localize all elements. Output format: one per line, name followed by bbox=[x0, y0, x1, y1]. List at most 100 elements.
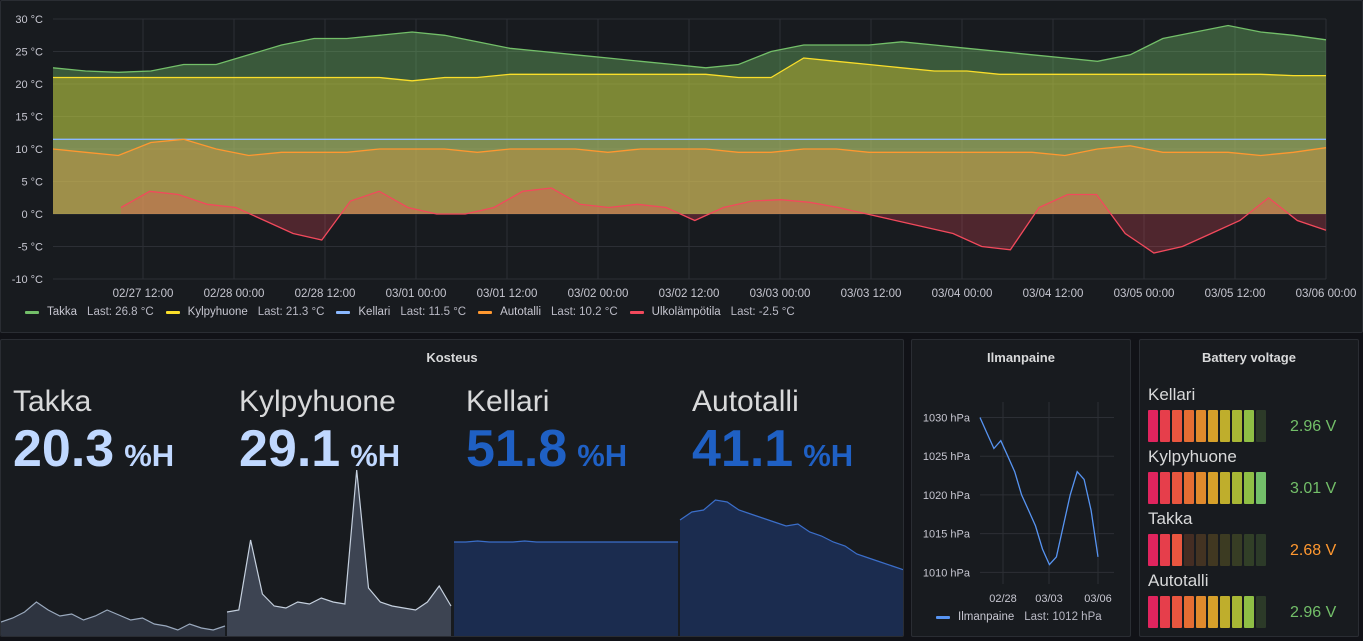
gauge-segment bbox=[1244, 534, 1254, 566]
gauge-segment bbox=[1232, 596, 1242, 628]
gauge-segment bbox=[1184, 410, 1194, 442]
temperature-chart: 30 °C 25 °C 20 °C 15 °C 10 °C 5 °C 0 °C -5 °C -1… bbox=[12, 14, 1357, 300]
legend-series-name: Ilmanpaine bbox=[958, 611, 1015, 623]
series-line[interactable] bbox=[979, 417, 1099, 566]
stat-name: Kellari bbox=[466, 385, 550, 418]
stat-value: 51.8 bbox=[466, 420, 568, 478]
gauge-value: 2.68 V bbox=[1290, 542, 1337, 559]
humidity-stat[interactable]: Kellari 51.8 %H bbox=[466, 387, 627, 482]
stat-unit: %H bbox=[577, 438, 628, 473]
legend-last-value: Last: 10.2 °C bbox=[551, 306, 618, 318]
gauge-segment bbox=[1196, 534, 1206, 566]
legend-item[interactable]: Autotalli Last: 10.2 °C bbox=[478, 306, 618, 318]
gauge-value: 2.96 V bbox=[1290, 604, 1337, 621]
gauge-name: Autotalli bbox=[1148, 571, 1209, 590]
x-tick-label: 03/06 bbox=[1084, 593, 1112, 605]
legend-series-name: Ulkolämpötila bbox=[651, 306, 721, 318]
y-tick-label: 1030 hPa bbox=[923, 412, 971, 424]
gauge-bar bbox=[1148, 410, 1266, 442]
legend-item[interactable]: Ulkolämpötila Last: -2.5 °C bbox=[629, 306, 795, 318]
y-tick-label: 10 °C bbox=[15, 144, 43, 156]
stat-unit: %H bbox=[350, 438, 401, 473]
legend-swatch bbox=[478, 310, 493, 314]
pressure-panel: Ilmanpaine 1030 hPa 1025 hPa 1020 hPa 1015 … bbox=[911, 339, 1131, 637]
legend-item[interactable]: Takka Last: 26.8 °C bbox=[25, 306, 154, 318]
legend-swatch bbox=[629, 310, 644, 314]
gauge-segment bbox=[1196, 472, 1206, 504]
legend-last-value: Last: 11.5 °C bbox=[400, 306, 467, 318]
legend-last-value: Last: -2.5 °C bbox=[730, 306, 795, 318]
y-tick-label: 5 °C bbox=[21, 177, 43, 189]
stat-value-line: 41.1 %H bbox=[692, 423, 853, 482]
y-tick-label: 25 °C bbox=[15, 47, 43, 59]
battery-gauge[interactable]: Autotalli 2.96 V bbox=[1148, 571, 1358, 628]
gauge-segment bbox=[1148, 472, 1158, 504]
x-tick-label: 02/28 12:00 bbox=[295, 288, 356, 300]
gauge-segment bbox=[1220, 534, 1230, 566]
battery-panel: Battery voltage Kellari 2.96 V Kylpyhuone 3… bbox=[1139, 339, 1359, 637]
gauge-segment bbox=[1244, 472, 1254, 504]
gauge-segment bbox=[1220, 472, 1230, 504]
gauge-segment bbox=[1244, 410, 1254, 442]
gauge-segment bbox=[1148, 410, 1158, 442]
temperature-panel: 30 °C 25 °C 20 °C 15 °C 10 °C 5 °C 0 °C -5 °C -1… bbox=[0, 0, 1363, 333]
gauge-segment bbox=[1256, 596, 1266, 628]
humidity-stat[interactable]: Kylpyhuone 29.1 %H bbox=[239, 387, 400, 482]
gauge-segment bbox=[1220, 410, 1230, 442]
sparkline-area bbox=[680, 500, 903, 636]
y-tick-label: 1025 hPa bbox=[923, 451, 971, 463]
stat-value-line: 29.1 %H bbox=[239, 423, 400, 482]
legend-item[interactable]: Kylpyhuone Last: 21.3 °C bbox=[165, 306, 325, 318]
x-tick-label: 03/05 00:00 bbox=[1114, 288, 1175, 300]
legend-swatch bbox=[25, 310, 39, 314]
panel-title: Battery voltage bbox=[1202, 350, 1296, 365]
x-tick-label: 02/28 bbox=[989, 593, 1017, 605]
stat-name: Autotalli bbox=[692, 385, 799, 418]
gauge-segment bbox=[1172, 472, 1182, 504]
x-tick-label: 03/06 00:00 bbox=[1296, 288, 1357, 300]
gauge-segment bbox=[1160, 596, 1170, 628]
temperature-legend: Takka Last: 26.8 °C Kylpyhuone Last: 21.3 °… bbox=[25, 306, 807, 318]
x-tick-label: 03/03 00:00 bbox=[750, 288, 811, 300]
gauge-segment bbox=[1184, 534, 1194, 566]
gauge-segment bbox=[1160, 410, 1170, 442]
gauge-segment bbox=[1208, 534, 1218, 566]
stat-value: 29.1 bbox=[239, 420, 341, 478]
stat-value: 20.3 bbox=[13, 420, 115, 478]
gauge-bar bbox=[1148, 472, 1266, 504]
legend-item[interactable]: Kellari Last: 11.5 °C bbox=[336, 306, 466, 318]
x-tick-label: 03/02 00:00 bbox=[568, 288, 629, 300]
battery-gauge[interactable]: Kellari 2.96 V bbox=[1148, 386, 1358, 442]
gauge-segment bbox=[1196, 410, 1206, 442]
battery-gauge[interactable]: Takka 2.68 V bbox=[1148, 509, 1358, 566]
gauge-segment bbox=[1196, 596, 1206, 628]
legend-last-value: Last: 1012 hPa bbox=[1024, 611, 1102, 623]
x-tick-label: 03/05 12:00 bbox=[1205, 288, 1266, 300]
legend-swatch bbox=[336, 310, 351, 314]
gauge-bar bbox=[1148, 534, 1266, 566]
gauge-value: 2.96 V bbox=[1290, 418, 1337, 435]
humidity-panel: Kosteus Takka 20.3 %H Kylpyhuone 29.1 %H Kella… bbox=[0, 339, 904, 637]
legend-series-name: Kylpyhuone bbox=[187, 306, 248, 318]
gauge-segment bbox=[1172, 596, 1182, 628]
humidity-stat[interactable]: Takka 20.3 %H bbox=[13, 387, 174, 482]
stat-value-line: 51.8 %H bbox=[466, 423, 627, 482]
y-tick-label: 1020 hPa bbox=[923, 490, 971, 502]
gauge-name: Kylpyhuone bbox=[1148, 447, 1237, 466]
stat-unit: %H bbox=[124, 438, 175, 473]
legend-last-value: Last: 21.3 °C bbox=[257, 306, 325, 318]
gauge-segment bbox=[1232, 410, 1242, 442]
battery-gauge[interactable]: Kylpyhuone 3.01 V bbox=[1148, 447, 1358, 504]
gauge-segment bbox=[1256, 410, 1266, 442]
legend-item[interactable]: Ilmanpaine Last: 1012 hPa bbox=[936, 611, 1102, 623]
legend-swatch bbox=[936, 615, 950, 619]
x-tick-label: 03/03 bbox=[1035, 593, 1063, 605]
y-tick-label: 1010 hPa bbox=[923, 567, 971, 579]
y-tick-label: -10 °C bbox=[12, 274, 43, 286]
gauge-segment bbox=[1160, 472, 1170, 504]
sparkline-area bbox=[227, 470, 451, 636]
gauge-name: Takka bbox=[1148, 509, 1193, 528]
humidity-stat[interactable]: Autotalli 41.1 %H bbox=[692, 387, 853, 482]
stat-name: Kylpyhuone bbox=[239, 385, 396, 418]
x-tick-label: 03/04 00:00 bbox=[932, 288, 993, 300]
